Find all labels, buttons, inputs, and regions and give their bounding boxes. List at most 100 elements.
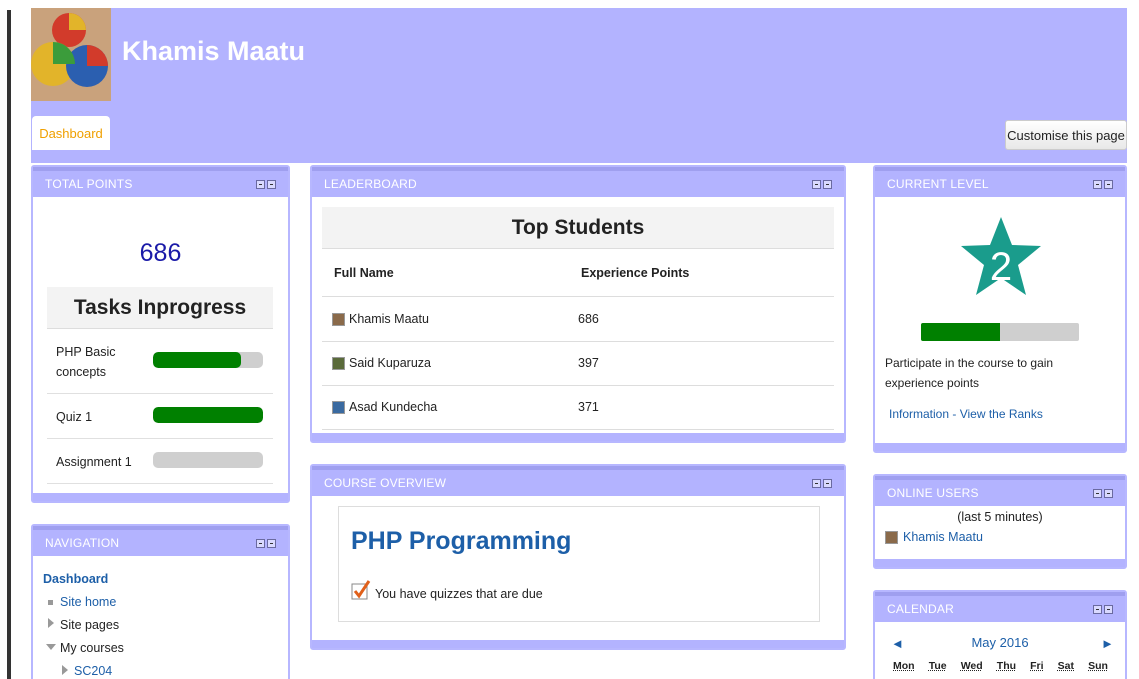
- block-title: NAVIGATION: [45, 536, 119, 550]
- leaderboard-table-header: Full Name Experience Points: [322, 249, 834, 297]
- page-title: Khamis Maatu: [122, 36, 305, 67]
- course-note: You have quizzes that are due: [375, 587, 543, 601]
- online-user-link[interactable]: Khamis Maatu: [885, 530, 983, 544]
- task-row: Assignment 1: [47, 439, 273, 484]
- online-user-name: Khamis Maatu: [903, 530, 983, 544]
- block-title: COURSE OVERVIEW: [324, 476, 446, 490]
- expand-arrow-icon[interactable]: [48, 618, 54, 628]
- course-title-link[interactable]: PHP Programming: [351, 527, 571, 556]
- page-header: Khamis Maatu Dashboard Customise this pa…: [31, 8, 1127, 163]
- collapse-arrow-icon[interactable]: [46, 644, 56, 650]
- column-header-full-name: Full Name: [334, 266, 394, 280]
- task-row: Quiz 1: [47, 394, 273, 439]
- customise-page-button[interactable]: Customise this page: [1005, 120, 1127, 150]
- tasks-heading: Tasks Inprogress: [47, 287, 273, 329]
- weekday-label: Sun: [1088, 660, 1108, 672]
- block-title: ONLINE USERS: [887, 486, 979, 500]
- block-header: NAVIGATION: [33, 526, 288, 556]
- user-picture-icon: [332, 357, 345, 370]
- column-header-experience-points: Experience Points: [581, 266, 689, 280]
- weekday-label: Tue: [929, 660, 947, 672]
- expand-arrow-icon[interactable]: [62, 665, 68, 675]
- weekday-label: Fri: [1030, 660, 1043, 672]
- dock-icon[interactable]: [1104, 605, 1113, 614]
- course-card: PHP Programming You have quizzes that ar…: [338, 506, 820, 622]
- view-ranks-link[interactable]: Information - View the Ranks: [889, 407, 1043, 421]
- block-title: CURRENT LEVEL: [887, 177, 989, 191]
- minimize-icon[interactable]: [1093, 605, 1102, 614]
- online-users-block: ONLINE USERS (last 5 minutes) Khamis Maa…: [873, 474, 1127, 569]
- block-header: TOTAL POINTS: [33, 167, 288, 197]
- page: Khamis Maatu Dashboard Customise this pa…: [0, 0, 1139, 679]
- weekday-label: Thu: [997, 660, 1016, 672]
- dock-icon[interactable]: [823, 180, 832, 189]
- minimize-icon[interactable]: [256, 180, 265, 189]
- dock-icon[interactable]: [823, 479, 832, 488]
- task-name: Assignment 1: [56, 452, 144, 472]
- student-name: Khamis Maatu: [349, 312, 429, 326]
- dock-icon[interactable]: [1104, 489, 1113, 498]
- total-points-block: TOTAL POINTS 686 Tasks Inprogress PHP Ba…: [31, 165, 290, 503]
- dock-icon[interactable]: [267, 539, 276, 548]
- calendar-prev-icon[interactable]: ◄: [891, 636, 904, 651]
- nav-site-pages[interactable]: Site pages: [60, 618, 119, 632]
- window-edge: [0, 0, 14, 679]
- online-users-period: (last 5 minutes): [875, 510, 1125, 524]
- task-progress-bar: [153, 452, 263, 468]
- level-number: 2: [959, 245, 1043, 290]
- navigation-block: NAVIGATION Dashboard Site home Site page…: [31, 524, 290, 679]
- student-name: Asad Kundecha: [349, 400, 437, 414]
- course-overview-block: COURSE OVERVIEW PHP Programming You have…: [310, 464, 846, 650]
- calendar-month: May 2016: [875, 635, 1125, 650]
- leaderboard-block: LEADERBOARD Top Students Full Name Exper…: [310, 165, 846, 443]
- block-header: CURRENT LEVEL: [875, 167, 1125, 197]
- task-progress-bar: [153, 407, 263, 423]
- user-picture-icon: [332, 401, 345, 414]
- tab-dashboard[interactable]: Dashboard: [32, 116, 110, 150]
- minimize-icon[interactable]: [256, 539, 265, 548]
- level-description: Participate in the course to gain experi…: [885, 353, 1115, 393]
- minimize-icon[interactable]: [1093, 489, 1102, 498]
- block-title: LEADERBOARD: [324, 177, 417, 191]
- student-name: Said Kuparuza: [349, 356, 431, 370]
- table-row[interactable]: Khamis Maatu 686: [322, 298, 834, 342]
- nav-my-courses[interactable]: My courses: [60, 641, 124, 655]
- nav-course-link[interactable]: SC204: [74, 664, 112, 678]
- calendar-weekdays: Mon Tue Wed Thu Fri Sat Sun: [893, 660, 1108, 672]
- table-row[interactable]: Said Kuparuza 397: [322, 342, 834, 386]
- weekday-label: Sat: [1058, 660, 1074, 672]
- user-picture-icon: [885, 531, 898, 544]
- block-title: TOTAL POINTS: [45, 177, 133, 191]
- task-row: PHP Basic concepts: [47, 330, 273, 394]
- current-level-block: CURRENT LEVEL 2 Participate in the cours…: [873, 165, 1127, 453]
- nav-dashboard-link[interactable]: Dashboard: [43, 572, 108, 586]
- block-header: CALENDAR: [875, 592, 1125, 622]
- block-header: ONLINE USERS: [875, 476, 1125, 506]
- block-title: CALENDAR: [887, 602, 954, 616]
- task-name: PHP Basic concepts: [56, 342, 144, 382]
- calendar-block: CALENDAR May 2016 ◄ ► Mon Tue Wed Thu Fri Sat…: [873, 590, 1127, 679]
- user-picture-icon: [332, 313, 345, 326]
- total-points-value: 686: [33, 239, 288, 268]
- student-points: 371: [578, 400, 599, 414]
- level-progress-bar: [921, 323, 1079, 341]
- minimize-icon[interactable]: [1093, 180, 1102, 189]
- weekday-label: Mon: [893, 660, 915, 672]
- dock-icon[interactable]: [267, 180, 276, 189]
- nav-site-home-link[interactable]: Site home: [60, 595, 116, 609]
- calendar-next-icon[interactable]: ►: [1101, 636, 1114, 651]
- block-header: LEADERBOARD: [312, 167, 844, 197]
- student-points: 686: [578, 312, 599, 326]
- user-avatar[interactable]: [31, 8, 111, 101]
- weekday-label: Wed: [961, 660, 983, 672]
- minimize-icon[interactable]: [812, 479, 821, 488]
- dock-icon[interactable]: [1104, 180, 1113, 189]
- block-header: COURSE OVERVIEW: [312, 466, 844, 496]
- task-progress-bar: [153, 352, 263, 368]
- quiz-check-icon: [351, 579, 371, 601]
- leaderboard-heading: Top Students: [322, 207, 834, 249]
- task-name: Quiz 1: [56, 407, 144, 427]
- minimize-icon[interactable]: [812, 180, 821, 189]
- student-points: 397: [578, 356, 599, 370]
- table-row[interactable]: Asad Kundecha 371: [322, 386, 834, 430]
